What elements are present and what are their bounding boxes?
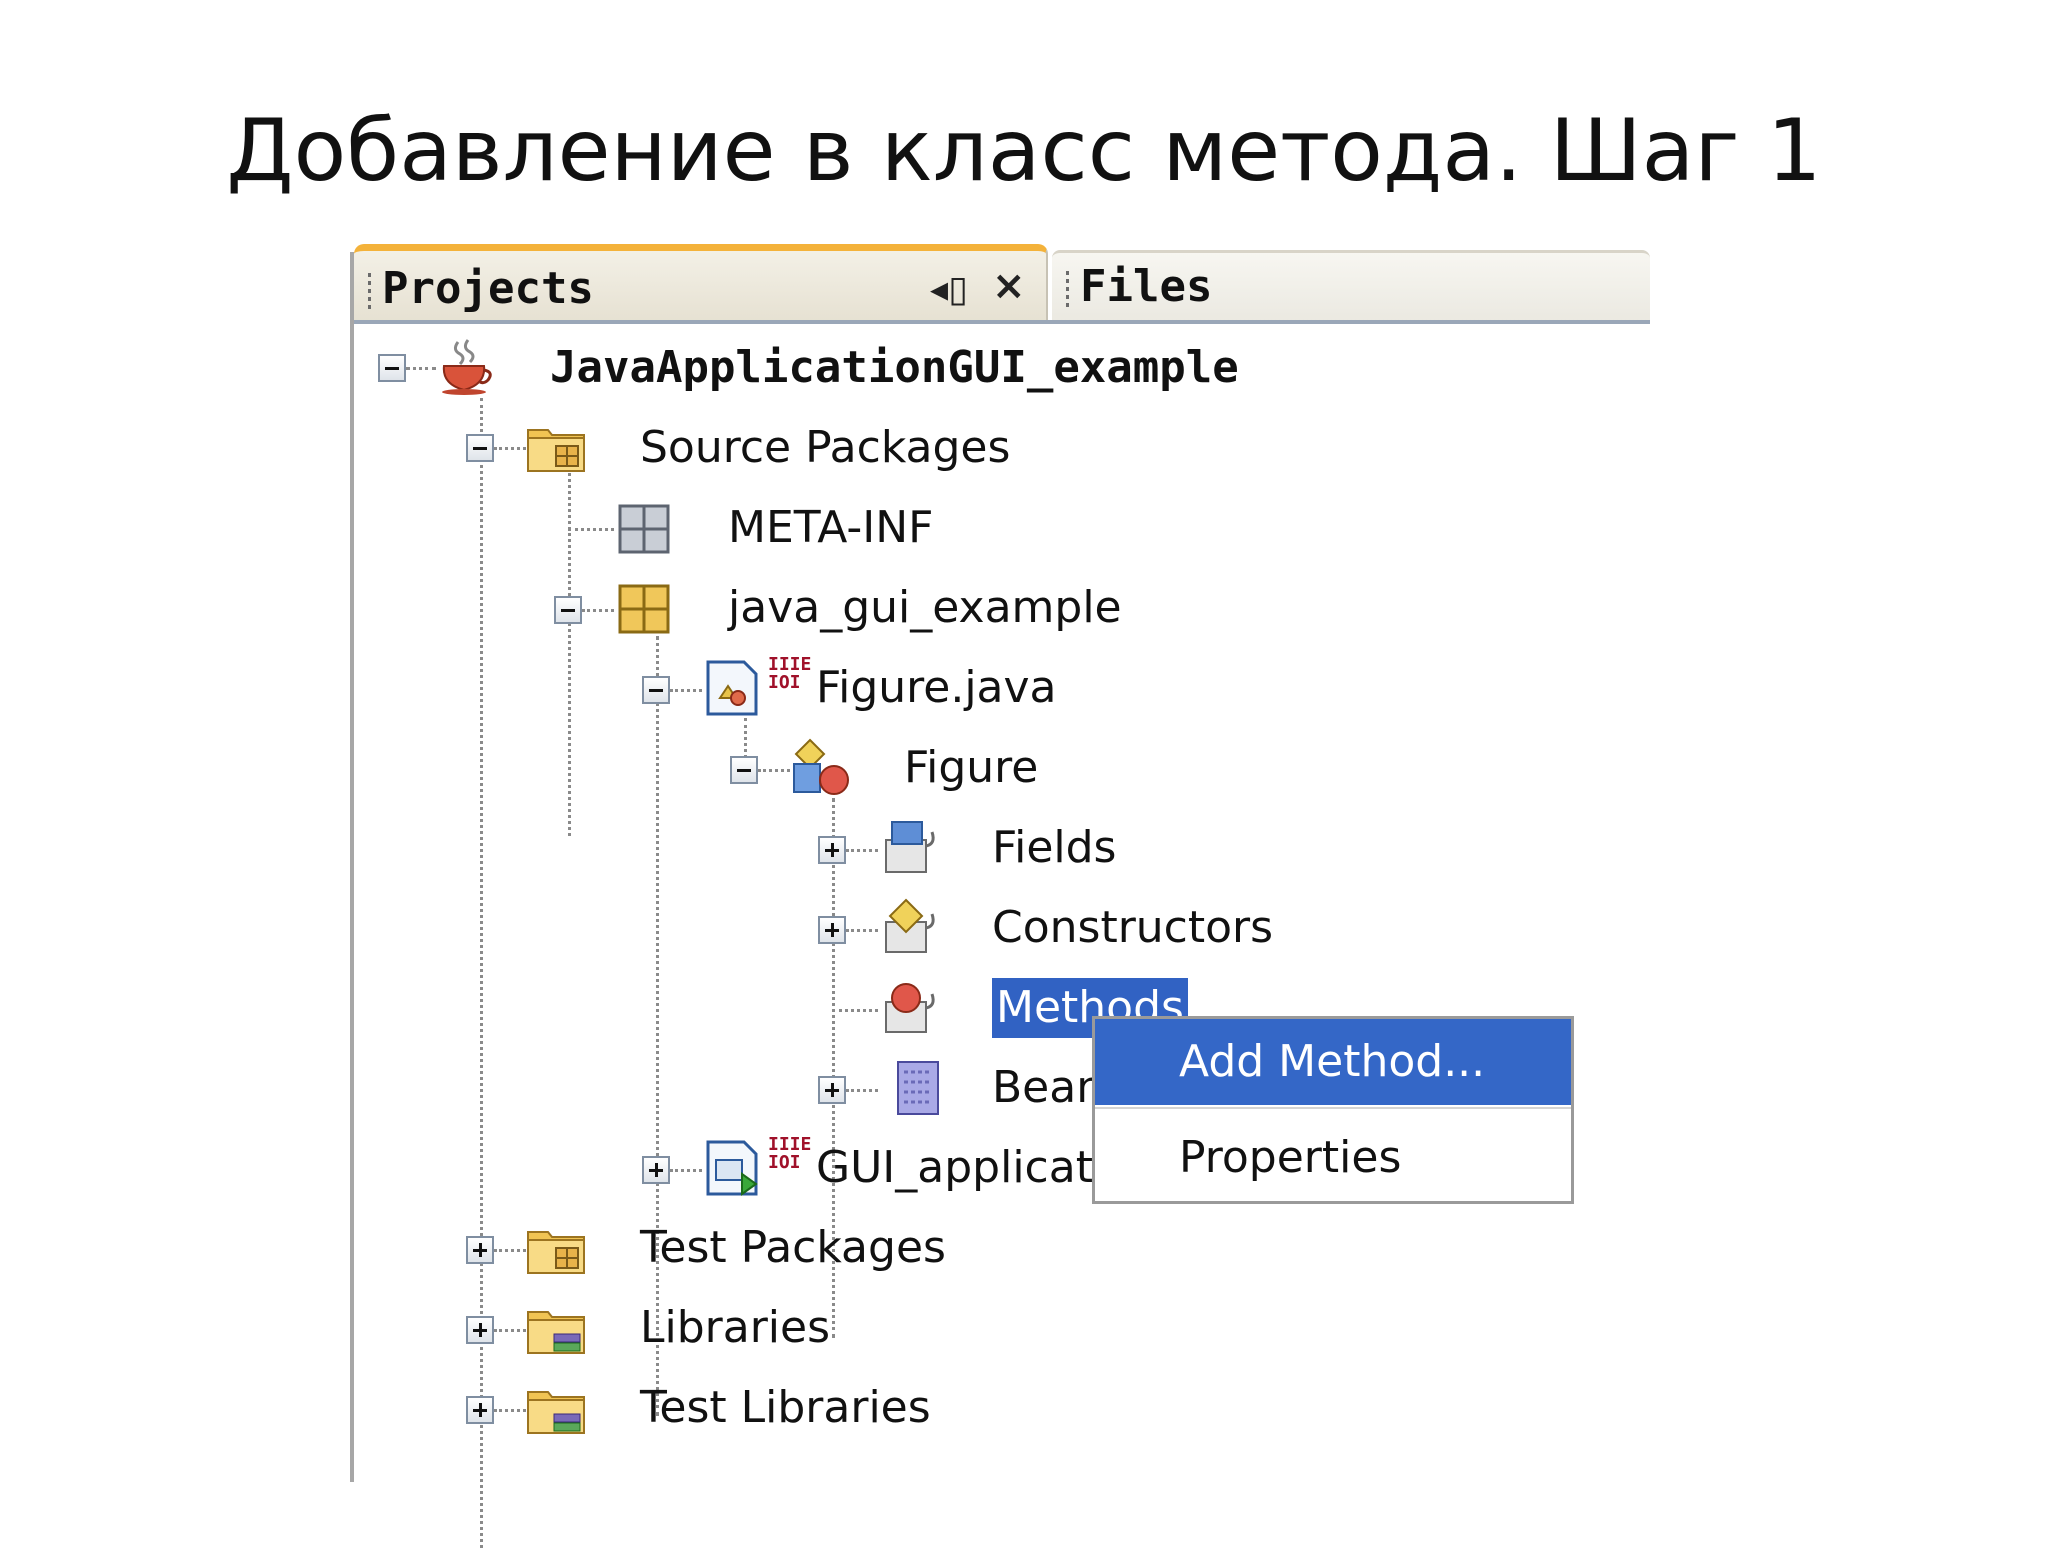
methods-icon[interactable] — [878, 978, 938, 1038]
tree-guide-line — [744, 718, 747, 758]
menu-item-properties[interactable]: Properties — [1095, 1115, 1571, 1201]
minimize-icon[interactable]: ◂▯ — [930, 269, 968, 310]
projects-panel: Projects ◂▯ × Files JavaApplicationGUI_e… — [350, 238, 1650, 1548]
collapse-toggle[interactable] — [378, 354, 406, 382]
tree-connector — [494, 447, 526, 450]
tree-node-test-libraries[interactable]: Test Libraries — [640, 1378, 931, 1438]
tree-connector — [670, 1169, 702, 1172]
tree-node-root[interactable]: JavaApplicationGUI_example — [550, 338, 1239, 398]
tree-node-test-packages[interactable]: Test Packages — [640, 1218, 946, 1278]
slide-title: Добавление в класс метода. Шаг 1 — [226, 101, 1822, 201]
tree-connector — [406, 367, 436, 370]
package-gray-icon[interactable] — [614, 498, 674, 558]
tab-files[interactable]: Files — [1052, 250, 1650, 322]
folder-libraries-icon[interactable] — [526, 1378, 586, 1438]
java-project-icon[interactable] — [436, 336, 496, 396]
tree-connector — [670, 689, 702, 692]
bean-icon[interactable] — [890, 1058, 950, 1118]
tree-connector — [846, 849, 878, 852]
tree-node-gui-app[interactable]: GUI_applicat — [816, 1138, 1093, 1198]
tab-files-label: Files — [1080, 261, 1213, 312]
tab-underline — [354, 320, 1650, 324]
tree-node-constructors[interactable]: Constructors — [992, 898, 1273, 958]
context-menu: Add Method... Properties — [1092, 1016, 1574, 1204]
badge-icon: IIIE IOI — [768, 654, 812, 693]
badge-icon: IIIE IOI — [768, 1134, 812, 1173]
tree-node-figure-class[interactable]: Figure — [904, 738, 1038, 798]
tree-connector — [846, 1089, 878, 1092]
expand-toggle[interactable] — [818, 836, 846, 864]
tree-connector — [494, 1249, 526, 1252]
expand-toggle[interactable] — [466, 1316, 494, 1344]
java-file-icon[interactable] — [702, 658, 762, 718]
tree-connector — [494, 1409, 526, 1412]
expand-toggle[interactable] — [818, 916, 846, 944]
tree-node-bean[interactable]: Bean — [992, 1058, 1104, 1118]
collapse-toggle[interactable] — [466, 434, 494, 462]
tree-connector — [494, 1329, 526, 1332]
menu-item-add-method[interactable]: Add Method... — [1095, 1019, 1571, 1105]
tree-guide-line — [568, 466, 571, 836]
tree-connector — [568, 528, 614, 531]
tree-connector — [582, 609, 614, 612]
expand-toggle[interactable] — [642, 1156, 670, 1184]
close-icon[interactable]: × — [992, 263, 1026, 309]
tree-node-source-packages[interactable]: Source Packages — [640, 418, 1010, 478]
panel-border — [350, 252, 354, 1482]
collapse-toggle[interactable] — [642, 676, 670, 704]
tab-projects[interactable]: Projects ◂▯ × — [354, 244, 1048, 322]
tree-connector — [846, 929, 878, 932]
collapse-toggle[interactable] — [730, 756, 758, 784]
constructors-icon[interactable] — [878, 898, 938, 958]
menu-separator — [1095, 1107, 1571, 1109]
tree-connector — [832, 1009, 878, 1012]
collapse-toggle[interactable] — [554, 596, 582, 624]
expand-toggle[interactable] — [466, 1396, 494, 1424]
tree-node-figure-java[interactable]: Figure.java — [816, 658, 1057, 718]
grip-icon — [368, 273, 371, 313]
fields-icon[interactable] — [878, 818, 938, 878]
java-main-file-icon[interactable] — [702, 1138, 762, 1198]
tree-node-meta-inf[interactable]: META-INF — [728, 498, 933, 558]
tab-projects-label: Projects — [382, 263, 594, 314]
tree-connector — [758, 769, 790, 772]
tree-node-fields[interactable]: Fields — [992, 818, 1116, 878]
expand-toggle[interactable] — [818, 1076, 846, 1104]
folder-packages-icon[interactable] — [526, 416, 586, 476]
folder-packages-icon[interactable] — [526, 1218, 586, 1278]
class-icon[interactable] — [790, 738, 850, 798]
tree-node-package[interactable]: java_gui_example — [728, 578, 1122, 638]
grip-icon — [1066, 271, 1069, 311]
folder-libraries-icon[interactable] — [526, 1298, 586, 1358]
tree-node-libraries[interactable]: Libraries — [640, 1298, 830, 1358]
expand-toggle[interactable] — [466, 1236, 494, 1264]
tree-guide-line — [480, 398, 483, 1548]
package-icon[interactable] — [614, 578, 674, 638]
